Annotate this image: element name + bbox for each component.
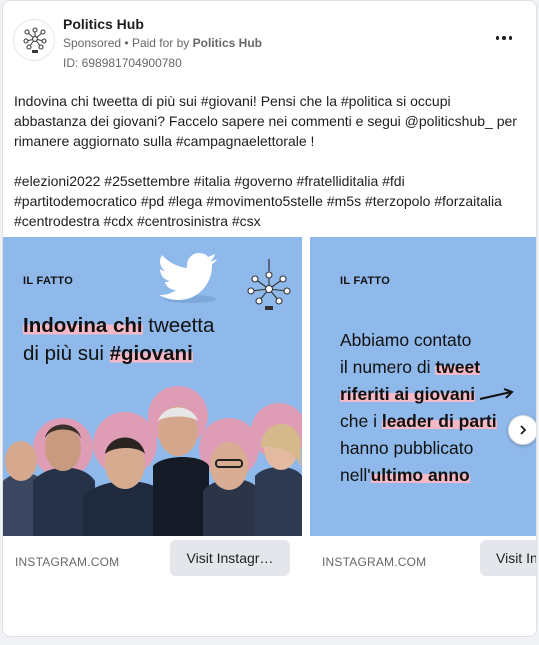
separator: • (124, 36, 129, 50)
post-message: Indovina chi tweetta di più sui #giovani… (14, 93, 521, 149)
politicians-photo (3, 386, 302, 536)
visit-instagram-button-2[interactable]: Visit Ins (480, 540, 536, 576)
carousel: IL FATTO Indovina chi tweetta di più sui… (3, 237, 536, 636)
sponsored-label: Sponsored (63, 36, 122, 50)
creative-tag: IL FATTO (340, 275, 391, 287)
card-footer-2: INSTAGRAM.COM Visit Ins (310, 536, 536, 596)
link-domain: INSTAGRAM.COM (322, 555, 427, 569)
carousel-card-1[interactable]: IL FATTO Indovina chi tweetta di più sui… (3, 237, 302, 576)
statement-line: nell' (340, 465, 371, 485)
sponsored-line: Sponsored • Paid for by Politics Hub (63, 36, 262, 50)
network-bulb-icon (247, 259, 291, 310)
carousel-next-button[interactable] (508, 415, 536, 445)
twitter-bird-icon (159, 253, 217, 303)
paid-for-label: Paid for by (131, 36, 190, 50)
visit-instagram-button[interactable]: Visit Instagr… (170, 540, 290, 576)
statement-highlight: riferiti ai giovani (340, 384, 476, 404)
statement-highlight: tweet (435, 357, 481, 377)
arrow-icon (479, 388, 514, 401)
statement-line: che i (340, 411, 382, 431)
creative-image-1[interactable]: IL FATTO Indovina chi tweetta di più sui… (3, 237, 302, 536)
headline-part: Indovina chi (23, 314, 143, 337)
statement-highlight: leader di par (381, 411, 486, 431)
headline-part: #giovani (109, 342, 193, 365)
post-header: Politics Hub Sponsored • Paid for by Pol… (3, 1, 536, 77)
statement-line: hanno pubblicato (340, 438, 474, 458)
ad-id: ID: 698981704900780 (63, 56, 182, 70)
logo-icon (23, 27, 47, 53)
paid-for-name: Politics Hub (192, 36, 262, 50)
post-hashtags: #elezioni2022 #25settembre #italia #gove… (14, 173, 506, 229)
headline-part: di più sui (23, 342, 110, 365)
creative-statement: Abbiamo contato il numero di tweet rifer… (340, 327, 515, 489)
carousel-card-2[interactable]: IL FATTO Abbiamo contato il numero di tw… (310, 237, 536, 576)
post-body: Indovina chi tweetta di più sui #giovani… (14, 91, 519, 231)
more-options-icon (495, 36, 513, 40)
link-domain: INSTAGRAM.COM (15, 555, 120, 569)
page-name[interactable]: Politics Hub (63, 16, 144, 32)
statement-line: il numero di (340, 357, 436, 377)
statement-highlight: ultimo anno (370, 465, 470, 485)
creative-tag: IL FATTO (23, 275, 74, 287)
headline-part: tweetta (142, 314, 215, 337)
creative-headline: Indovina chi tweetta di più sui #giovani (23, 312, 214, 368)
page-avatar[interactable] (13, 19, 55, 61)
ad-card: Politics Hub Sponsored • Paid for by Pol… (2, 0, 537, 637)
statement-line: Abbiamo contato (340, 330, 472, 350)
statement-highlight: ti (485, 411, 497, 431)
more-options-button[interactable] (494, 31, 514, 45)
card-footer-1: INSTAGRAM.COM Visit Instagr… (3, 536, 302, 596)
creative-image-2[interactable]: IL FATTO Abbiamo contato il numero di tw… (310, 237, 536, 536)
chevron-right-icon (520, 425, 527, 435)
